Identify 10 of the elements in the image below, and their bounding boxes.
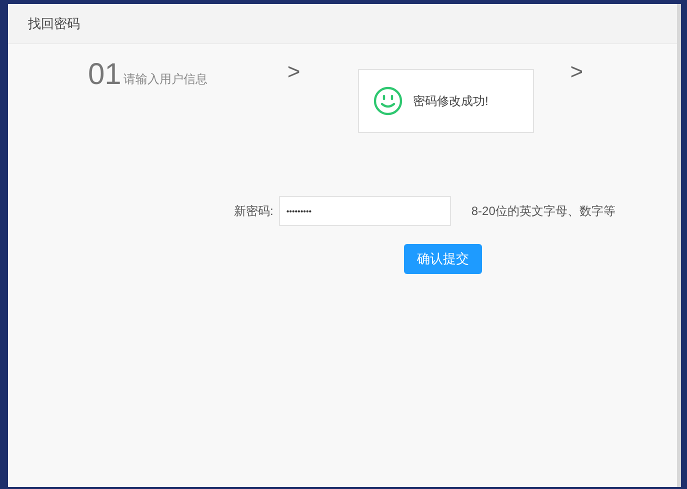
password-label: 新密码:	[234, 203, 274, 220]
step-arrow: >	[287, 58, 300, 86]
window-title: 找回密码	[28, 14, 80, 33]
password-hint: 8-20位的英文字母、数字等	[471, 203, 616, 220]
smiley-icon	[373, 86, 403, 116]
step-arrow: >	[570, 58, 584, 86]
password-field[interactable]: •••••••••	[279, 196, 452, 226]
step-number: 01	[88, 58, 122, 92]
toast-message: 密码修改成功!	[413, 93, 488, 110]
step-label: 请输入用户信息	[123, 71, 208, 88]
